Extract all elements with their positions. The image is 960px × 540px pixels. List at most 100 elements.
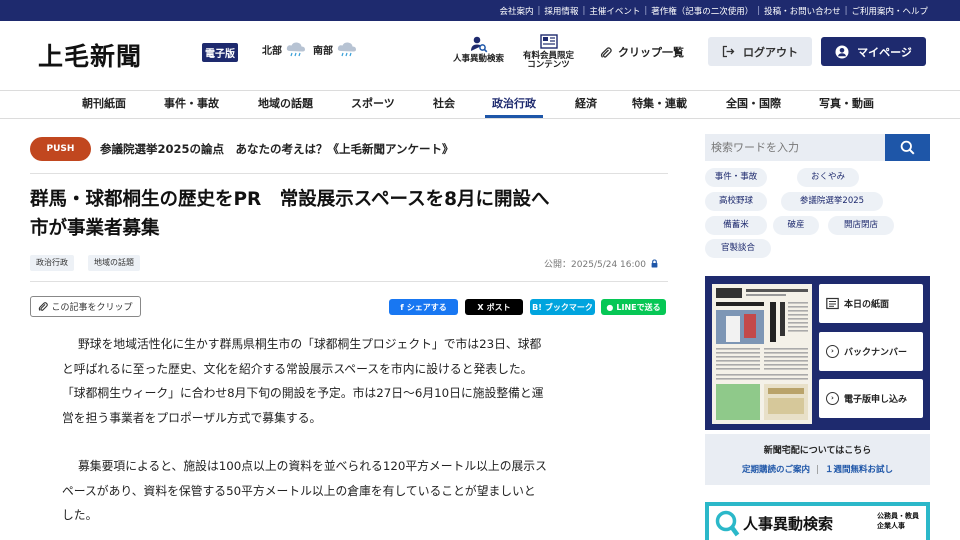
nav-item-features[interactable]: 特集・連載	[632, 91, 687, 118]
keyword-chip[interactable]: 開店閉店	[828, 216, 894, 235]
nav-item-sports[interactable]: スポーツ	[351, 91, 395, 118]
search-icon	[900, 140, 915, 155]
cloud-rain-icon	[337, 42, 356, 57]
nav-item-incidents[interactable]: 事件・事故	[164, 91, 219, 118]
help-link[interactable]: ご利用案内・ヘルプ	[851, 5, 928, 17]
search-input[interactable]	[705, 134, 885, 161]
keyword-chip[interactable]: 破産	[773, 216, 819, 235]
keyword-chip[interactable]: 参議院選挙2025	[781, 192, 883, 211]
chevron-right-icon: ›	[826, 392, 839, 405]
divider: |	[844, 5, 848, 16]
paid-content-link[interactable]: 有料会員限定 コンテンツ	[523, 34, 574, 71]
personnel-search-banner[interactable]: 人事異動検索 公務員・教員 企業人事	[705, 502, 930, 540]
tag-local[interactable]: 地域の話題	[88, 255, 140, 271]
logout-label: ログアウト	[743, 45, 798, 59]
divider	[30, 173, 668, 174]
divider: |	[644, 5, 648, 16]
nav-item-economy[interactable]: 経済	[575, 91, 597, 118]
copyright-link[interactable]: 著作権（記事の二次使用）	[651, 5, 753, 17]
recruit-link[interactable]: 採用情報	[544, 5, 578, 17]
article-line: 野球を地域活性化に生かす群馬県桐生市の「球都桐生プロジェクト」で市は23日、球都	[78, 337, 542, 351]
site-logo[interactable]: 上毛新聞	[38, 37, 142, 73]
nav-item-photo-video[interactable]: 写真・動画	[819, 91, 874, 118]
push-badge: PUSH	[30, 137, 91, 161]
article-line: 営を担う事業者をプロポーザル方式で募集する。	[62, 410, 322, 425]
home-delivery-title: 新聞宅配についてはこちら	[763, 446, 872, 456]
personnel-search-banner-title: 人事異動検索	[743, 515, 834, 533]
todays-paper-button[interactable]: 本日の紙面	[819, 284, 923, 323]
paperclip-icon	[600, 46, 612, 58]
article-line: ペースがあり、資料を保管する50平方メートル以上の倉庫を有していることが望ましい…	[62, 483, 536, 498]
logout-button[interactable]: ログアウト	[708, 37, 812, 66]
subscription-guide-link[interactable]: 定期購読のご案内	[742, 465, 810, 475]
divider: |	[582, 5, 586, 16]
weather-region-north: 北部	[262, 45, 282, 57]
mypage-button[interactable]: マイページ	[821, 37, 926, 66]
clip-article-label: この記事をクリップ	[51, 303, 133, 313]
events-link[interactable]: 主催イベント	[589, 5, 640, 17]
x-logo-icon: X	[477, 302, 484, 312]
hatena-bookmark-button[interactable]: B! ブックマーク	[530, 299, 595, 315]
article-line: 「球都桐生ウィーク」に合わせ8月下旬の開設を予定。市は27日〜6月10日に施設整…	[62, 386, 544, 400]
person-search-icon	[470, 36, 487, 53]
mypage-label: マイページ	[857, 45, 912, 59]
personnel-search-link[interactable]: 人事異動検索	[453, 35, 504, 64]
keyword-chip[interactable]: 高校野球	[705, 192, 767, 211]
line-share-button[interactable]: ● LINEで送る	[601, 299, 666, 315]
banner-sub-line: 公務員・教員	[877, 512, 919, 520]
keyword-chip[interactable]: 官製談合	[705, 239, 771, 258]
home-delivery-links: 定期購読のご案内 | １週間無料お試し	[705, 463, 930, 475]
cloud-rain-icon	[286, 42, 305, 57]
x-share-button[interactable]: X ポスト	[465, 299, 523, 315]
company-info-link[interactable]: 会社案内	[500, 5, 534, 17]
hatena-icon: B!	[532, 302, 542, 312]
personnel-search-banner-inner: 人事異動検索 公務員・教員 企業人事	[709, 506, 926, 540]
push-headline[interactable]: 参議院選挙2025の論点 あなたの考えは？《上毛新聞アンケート》	[100, 141, 454, 157]
digital-signup-label: 電子版申し込み	[844, 395, 908, 405]
facebook-share-button[interactable]: f シェアする	[389, 299, 458, 315]
divider	[30, 281, 668, 282]
todays-paper-label: 本日の紙面	[844, 300, 890, 310]
clip-article-button[interactable]: この記事をクリップ	[30, 296, 141, 317]
digital-edition-badge: 電子版	[202, 43, 238, 62]
clip-list-link[interactable]: クリップ一覧	[600, 44, 684, 60]
publish-date-text: 公開：2025/5/24 16:00	[544, 260, 646, 270]
divider: |	[757, 5, 761, 16]
nav-item-morning-paper[interactable]: 朝刊紙面	[82, 91, 126, 118]
chevron-right-icon: ›	[826, 345, 839, 358]
lock-icon	[651, 259, 658, 268]
nav-item-local[interactable]: 地域の話題	[258, 91, 313, 118]
top-utility-links: 会社案内 | 採用情報 | 主催イベント | 著作権（記事の二次使用） | 投稿…	[500, 0, 928, 21]
category-nav: 朝刊紙面 事件・事故 地域の話題 スポーツ 社会 政治行政 経済 特集・連載 全…	[0, 90, 960, 119]
article-paragraph: 募集要項によると、施設は100点以上の資料を並べられる120平方メートル以上の展…	[62, 454, 642, 528]
keyword-chip[interactable]: おくやみ	[797, 168, 859, 187]
back-number-button[interactable]: › バックナンバー	[819, 332, 923, 371]
digital-signup-button[interactable]: › 電子版申し込み	[819, 379, 923, 418]
weather-widget[interactable]: 北部 南部	[262, 41, 364, 57]
keyword-chip[interactable]: 備蓄米	[705, 216, 767, 235]
newspaper-thumbnail[interactable]	[712, 284, 812, 424]
keyword-chip[interactable]: 事件・事故	[705, 168, 767, 187]
line-icon: ●	[606, 302, 614, 312]
article-title-line: 群馬・球都桐生の歴史をPR 常設展示スペースを8月に開設へ	[30, 189, 550, 210]
nav-item-society[interactable]: 社会	[433, 91, 455, 118]
top-utility-bar: 会社案内 | 採用情報 | 主催イベント | 著作権（記事の二次使用） | 投稿…	[0, 0, 960, 21]
nav-item-politics[interactable]: 政治行政	[485, 91, 543, 118]
facebook-icon: f	[400, 302, 404, 312]
site-header: 上毛新聞 電子版 北部 南部 人事異動検索 有料会員限定 コンテンツ クリップ一…	[0, 21, 960, 91]
x-share-label: ポスト	[486, 302, 511, 312]
facebook-share-label: シェアする	[406, 302, 447, 312]
clip-list-label: クリップ一覧	[618, 46, 684, 59]
free-trial-link[interactable]: １週間無料お試し	[825, 465, 893, 475]
personnel-search-label: 人事異動検索	[453, 54, 505, 64]
tag-politics[interactable]: 政治行政	[30, 255, 74, 271]
contact-link[interactable]: 投稿・お問い合わせ	[764, 5, 841, 17]
magnifier-icon	[715, 510, 740, 537]
publish-date: 公開：2025/5/24 16:00	[544, 257, 658, 270]
push-notice[interactable]: PUSH 参議院選挙2025の論点 あなたの考えは？《上毛新聞アンケート》	[30, 136, 668, 166]
user-circle-icon	[835, 45, 849, 58]
search-button[interactable]	[885, 134, 930, 161]
nav-item-national[interactable]: 全国・国際	[726, 91, 781, 118]
paid-content-label-line2: コンテンツ	[527, 60, 570, 71]
paperclip-icon	[39, 302, 49, 311]
